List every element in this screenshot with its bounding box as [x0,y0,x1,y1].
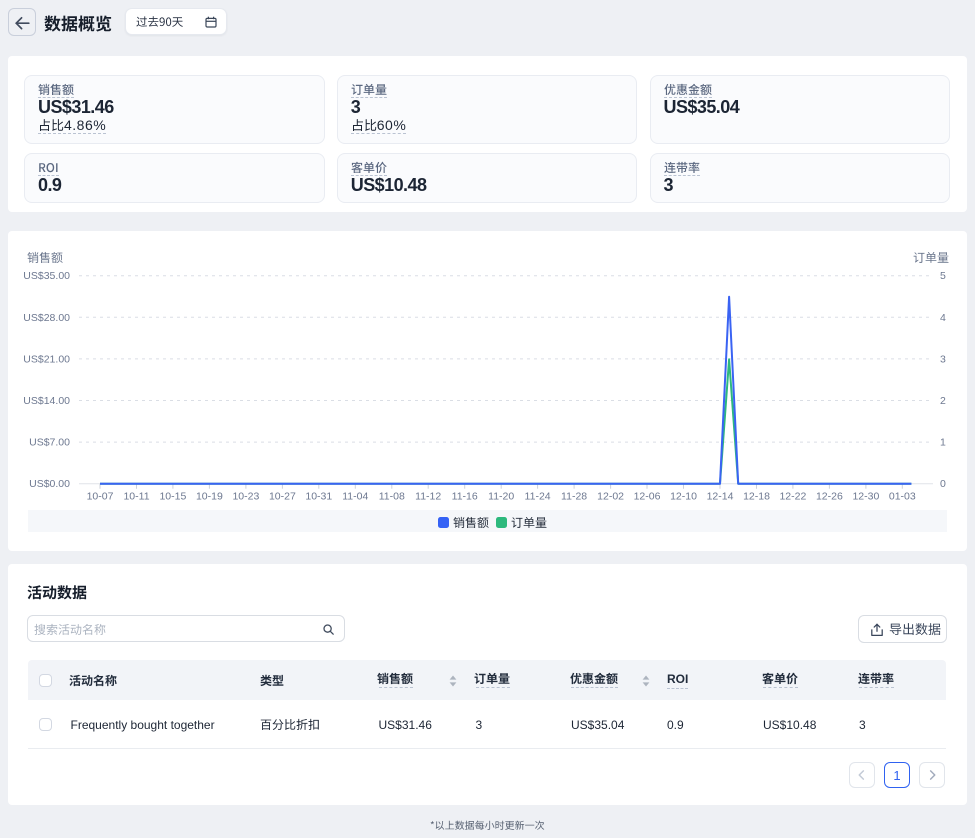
svg-text:12-18: 12-18 [743,491,770,503]
svg-text:3: 3 [940,353,946,365]
svg-text:11-16: 11-16 [452,491,478,503]
svg-text:12-30: 12-30 [852,491,879,503]
svg-text:4: 4 [940,312,946,324]
svg-text:US$28.00: US$28.00 [23,312,70,324]
svg-text:11-04: 11-04 [342,491,368,503]
svg-text:12-26: 12-26 [816,491,843,503]
svg-text:11-28: 11-28 [561,491,587,503]
svg-text:12-10: 12-10 [670,491,697,503]
svg-text:10-15: 10-15 [159,491,186,503]
svg-text:12-22: 12-22 [779,491,806,503]
svg-text:12-14: 12-14 [707,491,734,503]
svg-text:2: 2 [940,395,946,407]
svg-text:US$21.00: US$21.00 [23,353,70,365]
svg-text:10-19: 10-19 [196,491,223,503]
svg-text:11-08: 11-08 [379,491,405,503]
svg-text:1: 1 [940,437,946,449]
svg-text:5: 5 [940,270,946,282]
svg-text:12-06: 12-06 [634,491,661,503]
svg-text:10-11: 10-11 [123,491,149,503]
svg-text:0: 0 [940,478,946,490]
svg-text:10-23: 10-23 [232,491,259,503]
svg-text:10-07: 10-07 [87,491,114,503]
svg-text:11-24: 11-24 [525,491,551,503]
svg-text:US$0.00: US$0.00 [29,478,70,490]
svg-text:US$35.00: US$35.00 [23,270,70,282]
svg-text:US$7.00: US$7.00 [29,437,70,449]
svg-text:01-03: 01-03 [889,491,916,503]
svg-text:US$14.00: US$14.00 [23,395,70,407]
svg-text:11-20: 11-20 [488,491,514,503]
svg-text:11-12: 11-12 [415,491,441,503]
svg-text:10-31: 10-31 [305,491,332,503]
svg-text:12-02: 12-02 [597,491,624,503]
svg-text:10-27: 10-27 [269,491,296,503]
